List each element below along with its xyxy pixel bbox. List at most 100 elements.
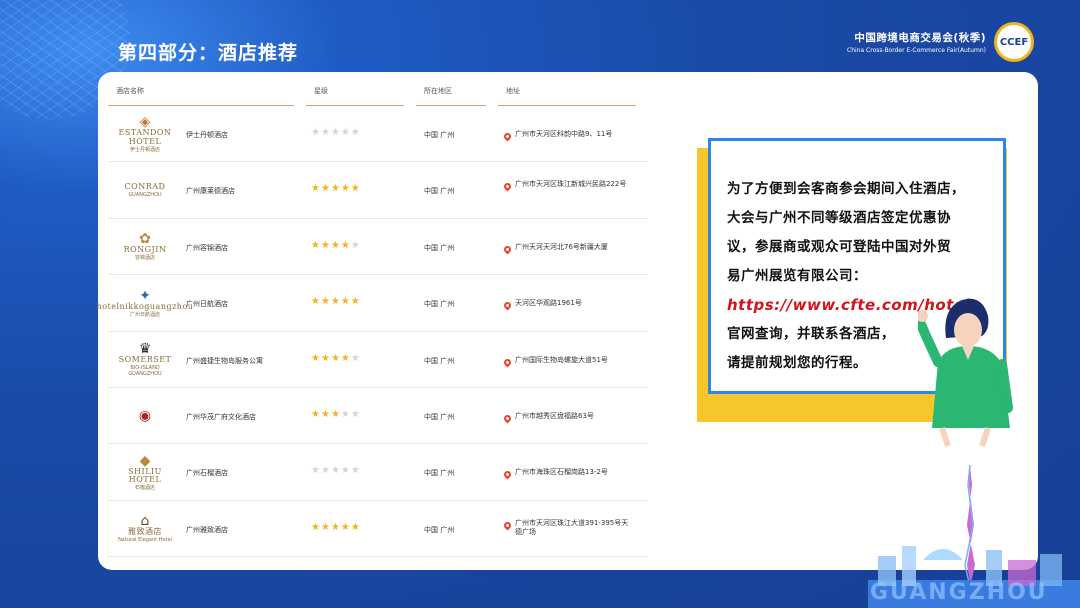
hotel-name: 广州康莱德酒店 [186,187,235,196]
star-icon: ★ [340,127,351,138]
hotel-area: 中国 广州 [424,469,455,478]
hotel-address-text: 广州市越秀区盘福路63号 [515,411,594,420]
brand-text: 中国跨境电商交易会(秋季) China Cross-Border E-Comme… [847,30,986,54]
table-row: ♛ SOMERSET BIO-ISLAND GUANGZHOU 广州盛捷生物岛服务公寓… [108,332,648,388]
hotel-address: 广州市天河区珠江大道391-395号天德广场 [502,519,632,538]
star-icon: ★ [350,521,361,533]
hotel-table: 酒店名称 星级 所在地区 地址 ◈ ESTANDON HOTEL 伊士丹顿酒店 伊士丹… [97,86,648,558]
hotel-logo-mark-icon: ◉ [138,407,152,424]
hotel-address-text: 广州国际生物岛螺旋大道51号 [515,355,608,364]
table-row: ◈ ESTANDON HOTEL 伊士丹顿酒店 伊士丹顿酒店 ★★★★★ 中国 广州 广州市… [108,106,648,163]
star-icon: ★ [350,465,361,477]
star-icon: ★ [320,183,331,195]
location-pin-icon [502,357,513,368]
star-icon: ★ [311,127,321,138]
hotel-logo-icon: ✦ hotelnikkoguangzhou 广州日航酒店 [97,281,193,325]
star-icon: ★ [340,408,351,420]
location-pin-icon [502,131,513,142]
star-icon: ★ [340,296,351,308]
table-row: ◆ SHILIU HOTEL 石榴酒店 广州石榴酒店 ★★★★★ 中国 广州 广州市海珠区石… [108,444,648,501]
star-rating: ★★★★★ [311,296,361,307]
column-header-address: 地址 [498,86,636,106]
location-pin-icon [502,469,513,480]
location-pin-icon [502,520,513,531]
hotel-logo-icon: ✿ RONGJIN 容锦酒店 [116,225,174,269]
location-pin-icon [502,244,513,255]
star-icon: ★ [330,408,341,420]
hotel-logo-subtext: Natural Elegant Hotel [118,537,172,544]
star-icon: ★ [330,521,341,533]
hotel-address: 广州国际生物岛螺旋大道51号 [502,355,632,368]
hotel-logo-subtext: 容锦酒店 [134,255,155,262]
star-rating: ★★★★★ [311,240,361,251]
star-rating: ★★★★★ [311,353,361,364]
column-header-area: 所在地区 [416,86,486,106]
hotel-area: 中国 广州 [424,412,455,421]
table-row: ✿ RONGJIN 容锦酒店 广州容锦酒店 ★★★★★ 中国 广州 广州天河天河北76号新疆… [108,219,648,276]
info-line: 为了方便到会客商参会期间入住酒店， [727,181,965,197]
hotel-logo-mark-icon: ◈ [139,114,151,131]
star-icon: ★ [320,127,331,138]
hotel-logo-text: SOMERSET [118,355,172,365]
hotel-name: 广州华茂广府文化酒店 [186,412,256,421]
hotel-address: 广州市天河区科韵中路9、11号 [502,130,632,142]
location-pin-icon [502,181,513,192]
star-icon: ★ [330,296,341,308]
brand-name-cn: 中国跨境电商交易会(秋季) [854,32,986,44]
hotel-name: 广州容锦酒店 [186,243,228,252]
hotel-logo-icon: ⌂ 雅致酒店 Natural Elegant Hotel [116,507,174,551]
hotel-address-text: 广州天河天河北76号新疆大厦 [515,242,608,251]
hotel-logo-text: hotelnikkoguangzhou [96,301,194,311]
star-rating: ★★★★★ [311,183,361,194]
hotel-logo-icon: ♛ SOMERSET BIO-ISLAND GUANGZHOU [116,338,174,382]
hotel-logo-mark-icon: ✿ [139,231,151,248]
hotel-address-text: 广州市天河区珠江新城兴民路222号 [515,180,627,189]
hotel-logo-subtext: 伊士丹顿酒店 [129,146,160,153]
table-header: 酒店名称 星级 所在地区 地址 [108,86,648,106]
hotel-name: 广州雅致酒店 [186,525,228,534]
hotel-logo-mark-icon: ✦ [139,287,151,304]
star-icon: ★ [340,352,351,364]
hotel-logo-icon: ◆ SHILIU HOTEL 石榴酒店 [116,450,174,494]
info-line: 议，参展商或观众可登陆中国对外贸 [727,239,951,255]
column-header-stars: 星级 [306,86,404,106]
brand-name-en: China Cross-Border E-Commerce Fair(Autum… [847,47,986,54]
star-rating: ★★★★★ [311,465,361,476]
star-icon: ★ [350,183,361,195]
star-icon: ★ [330,127,341,138]
hotel-logo-mark-icon: ♛ [138,341,152,358]
hotel-logo-icon: ◈ ESTANDON HOTEL 伊士丹顿酒店 [116,112,174,156]
table-row: CONRAD GUANGZHOU 广州康莱德酒店 ★★★★★ 中国 广州 广州市天河区珠江… [108,162,648,219]
star-icon: ★ [311,239,321,251]
hotel-area: 中国 广州 [424,356,455,365]
hotel-address-text: 广州市天河区科韵中路9、11号 [515,130,613,138]
hotel-area: 中国 广州 [424,243,455,252]
star-icon: ★ [311,183,321,195]
star-icon: ★ [320,239,331,251]
city-name-watermark: GUANGZHOU [870,580,1048,605]
table-row: ◉ 广州华茂广府文化酒店 ★★★★★ 中国 广州 广州市越秀区盘福路63号 [108,388,648,445]
star-icon: ★ [320,352,331,364]
hotel-address: 广州市海珠区石榴岗路13-2号 [502,468,632,480]
star-icon: ★ [330,465,341,477]
star-rating: ★★★★★ [311,409,361,420]
star-icon: ★ [350,127,361,138]
star-icon: ★ [330,183,341,195]
hotel-address-text: 广州市海珠区石榴岗路13-2号 [515,468,608,477]
star-icon: ★ [311,296,321,308]
star-icon: ★ [340,183,351,195]
star-icon: ★ [330,352,341,364]
star-icon: ★ [311,521,321,533]
star-rating: ★★★★★ [311,127,361,138]
star-icon: ★ [340,465,351,477]
table-body: ◈ ESTANDON HOTEL 伊士丹顿酒店 伊士丹顿酒店 ★★★★★ 中国 广州 广州市… [97,106,648,558]
hotel-name: 广州盛捷生物岛服务公寓 [186,356,263,365]
hotel-logo-text: CONRAD [124,181,166,191]
star-icon: ★ [350,239,361,251]
hotel-logo-subtext: GUANGZHOU [128,191,162,198]
star-icon: ★ [311,465,321,477]
hotel-area: 中国 广州 [424,187,455,196]
hotel-area: 中国 广州 [424,525,455,534]
star-icon: ★ [350,352,361,364]
star-icon: ★ [350,296,361,308]
